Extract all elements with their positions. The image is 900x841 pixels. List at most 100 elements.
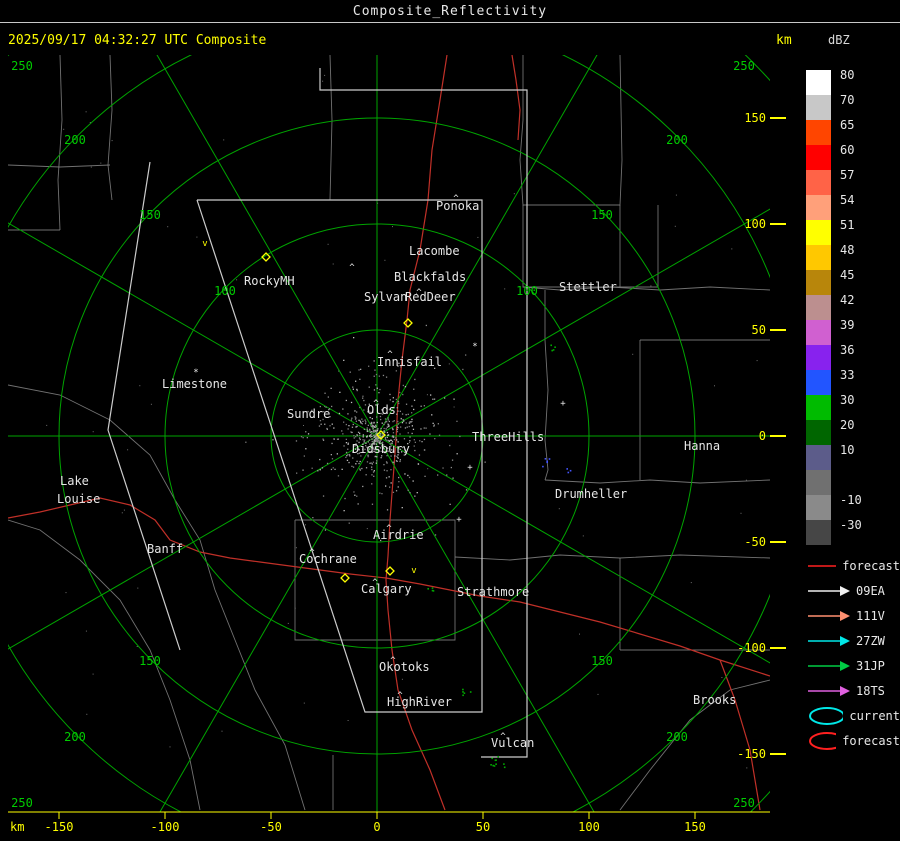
axes: -150 -100 -50 0 50 100 150 km 150 100 50 0 -50 -100 -1… [8,111,786,834]
boundary-line [544,290,549,481]
echo-pixel [137,587,139,589]
echo-pixel [317,470,319,472]
echo-pixel [330,454,332,456]
echo-pixel [350,419,353,421]
echo-pixel [400,426,402,428]
echo-pixel [456,453,458,455]
boundary-line [544,479,770,484]
echo-pixel [397,423,399,425]
range-label: 100 [214,284,236,298]
echo-pixel [437,474,439,476]
bottom-axis-label: 150 [684,820,706,834]
echo-pixel [401,678,403,680]
echo-pixel [367,424,369,426]
echo-pixel [354,494,356,496]
echo-pixel [397,427,399,429]
town-label: Lacombe [409,244,460,258]
echo-pixel [351,426,354,428]
echo-pixel [365,467,368,469]
colorscale-row: 48 [806,244,900,270]
echo-pixel [334,468,336,470]
echo-pixel [413,445,415,447]
echo-pixel [245,441,247,443]
echo-pixel [111,140,113,142]
echo-pixel [405,422,407,424]
echo-pixel [343,445,345,447]
echo-pixel [339,391,341,393]
echo-pixel [387,419,389,421]
echo-pixel [333,427,335,429]
echo-pixel [396,413,398,415]
echo-pixel [396,439,398,441]
echo-pixel [327,396,329,398]
echo-pixel [490,764,492,766]
colorscale-swatch [806,445,831,470]
echo-pixel [385,485,387,487]
track-legend-row: 18TS [806,678,900,703]
range-label: 150 [139,654,161,668]
echo-pixel [377,428,379,430]
radar-map: 100 150 200 250 100 150 200 250 150 200 250 150 200 2… [8,55,786,834]
echo-pixel [348,522,350,524]
echo-pixel [373,421,375,424]
echo-pixel [367,430,369,432]
point-marker: + [456,515,462,525]
echo-pixel [305,524,306,526]
echo-pixel [372,461,374,463]
echo-pixel [92,673,94,675]
colorscale-row: -30 [806,519,900,545]
echo-pixel [377,202,379,204]
echo-pixel [136,646,138,647]
echo-pixel [462,688,464,691]
echo-pixel [398,481,400,483]
echo-pixel [356,495,358,497]
echo-pixel [401,413,404,415]
town-label: Calgary [361,582,412,596]
echo-pixel [375,384,377,386]
colorscale-row: 70 [806,94,900,120]
echo-pixel [196,236,198,238]
echo-pixel [405,414,407,416]
town-label: Drumheller [555,487,627,501]
echo-pixel [46,424,48,426]
track-legend-label: forecast [842,733,900,748]
echo-pixel [359,378,361,380]
echo-pixel [392,428,394,431]
town-label: Vulcan [491,736,534,750]
range-label: 200 [666,730,688,744]
bottom-axis-label: 100 [578,820,600,834]
echo-pixel [425,324,427,327]
colorscale-swatch [806,295,831,320]
echo-pixel [326,427,328,430]
echo-pixel [398,402,400,405]
echo-pixel [371,418,373,420]
track-legend-row: forecast [806,728,900,753]
echo-pixel [371,466,373,468]
point-marker: ^ [388,439,394,449]
echo-pixel [85,111,87,113]
echo-pixel [349,455,351,457]
echo-pixel [236,279,238,281]
colorscale-value: 33 [840,368,855,382]
colorscale-value: 80 [840,68,855,82]
town-label: Airdrie [373,528,424,542]
range-label: 250 [733,59,755,73]
echo-pixel [407,474,409,477]
echo-pixel [359,460,361,463]
echo-pixel [352,457,354,459]
echo-pixel [365,421,367,423]
echo-pixel [442,467,444,469]
echo-pixel [376,387,378,389]
echo-pixel [407,413,409,415]
echo-pixel [272,439,274,441]
boundary-line [107,55,113,201]
colorscale-swatch [806,270,831,295]
echo-pixel [397,410,399,412]
point-marker: ^ [349,263,355,273]
echo-pixel [395,490,398,492]
colorscale-swatch [806,395,831,420]
echo-pixel [446,474,448,476]
echo-pixel [63,128,65,130]
echo-pixel [331,423,333,425]
right-axis-label: 150 [744,111,766,125]
